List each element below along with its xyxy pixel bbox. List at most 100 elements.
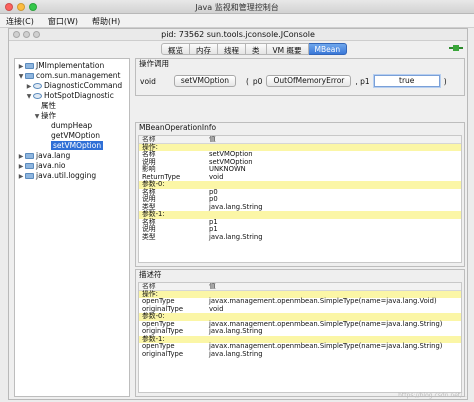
tree-node-setvmoption[interactable]: setVMOption — [51, 141, 104, 151]
cell-value: UNKNOWN — [209, 165, 246, 173]
menu-window[interactable]: 窗口(W) — [42, 14, 86, 27]
paren-open: ( — [245, 76, 249, 86]
tree-node-java-lang[interactable]: ▶ java.lang — [17, 151, 71, 161]
cell-value: java.lang.String — [209, 349, 263, 358]
p1-input[interactable]: true — [373, 75, 440, 87]
folder-icon — [25, 173, 34, 179]
table-row[interactable]: 说明 p1 — [139, 225, 461, 234]
folder-icon — [25, 163, 34, 169]
expanded-arrow-icon[interactable]: ▼ — [25, 92, 33, 102]
column-header-name: 名称 — [142, 135, 156, 143]
operation-invocation-row: void setVMOption ( p0 OutOfMemoryError ,… — [140, 75, 447, 87]
table-row[interactable]: 操作: — [139, 143, 461, 151]
cell-value: p1 — [209, 217, 218, 226]
operation-invocation-section: 操作调用 void setVMOption ( p0 OutOfMemoryEr… — [135, 58, 465, 96]
table-row[interactable]: originalType java.lang.String — [139, 327, 461, 336]
folder-icon — [25, 153, 34, 159]
table-row[interactable]: openType javax.management.openmbean.Simpl… — [139, 342, 461, 351]
column-header-value: 值 — [209, 282, 216, 290]
cell-value: java.lang.String — [209, 232, 263, 241]
column-header-value: 值 — [209, 135, 216, 143]
cell-value — [209, 211, 461, 219]
section-title: 操作调用 — [139, 59, 169, 68]
menu-connection[interactable]: 连接(C) — [0, 14, 42, 27]
p0-input[interactable]: OutOfMemoryError — [266, 75, 352, 87]
cell-name: 类型 — [142, 232, 156, 241]
return-type-label: void — [140, 76, 156, 86]
descriptor-section: 描述符 名称 值 操作: openType javax.management.ope… — [135, 269, 465, 397]
cell-value: setVMOption — [209, 157, 253, 166]
descriptor-table[interactable]: 名称 值 操作: openType javax.management.openmbe… — [138, 282, 462, 393]
tree-node-java-util-logging[interactable]: ▶ java.util.logging — [17, 171, 96, 181]
folder-icon — [25, 73, 34, 79]
collapsed-arrow-icon[interactable]: ▶ — [17, 172, 25, 182]
window-titlebar: Java 监视和管理控制台 — [0, 0, 474, 14]
table-row[interactable]: ReturnType void — [139, 172, 461, 182]
operation-info-section: MBeanOperationInfo 名称 值 操作: 名称 setVMOption… — [135, 122, 465, 267]
tree-node-attributes[interactable]: 属性 — [41, 101, 56, 111]
tab-overview[interactable]: 概览 — [161, 43, 190, 55]
mbean-tree[interactable]: ▶ JMImplementation ▼ com.sun.management ▶ D… — [14, 58, 130, 397]
cell-name: originalType — [142, 349, 184, 358]
cell-value — [209, 181, 461, 189]
process-title: pid: 73562 sun.tools.jconsole.JConsole — [161, 30, 315, 39]
tree-node-operations[interactable]: ▼ 操作 — [33, 111, 56, 121]
cell-value: java.lang.String — [209, 327, 263, 335]
tree-node-getvmoption[interactable]: getVMOption — [51, 131, 100, 141]
paren-close: ) — [443, 76, 447, 86]
table-row[interactable]: originalType void — [139, 304, 461, 314]
internal-frame-header: pid: 73562 sun.tools.jconsole.JConsole — [9, 29, 467, 41]
mbean-detail-panel: 操作调用 void setVMOption ( p0 OutOfMemoryEr… — [135, 58, 465, 397]
table-row[interactable]: openType javax.management.openmbean.Simpl… — [139, 320, 461, 329]
cell-value: javax.management.openmbean.SimpleType(na… — [209, 297, 437, 305]
tab-vm-summary[interactable]: VM 概要 — [266, 43, 309, 55]
tab-bar: 概览 内存 线程 类 VM 概要 MBean — [161, 43, 348, 55]
table-row[interactable]: 名称 setVMOption — [139, 150, 461, 159]
bean-icon — [33, 93, 42, 99]
menu-bar: 连接(C) 窗口(W) 帮助(H) — [0, 14, 474, 28]
internal-frame: pid: 73562 sun.tools.jconsole.JConsole 概… — [8, 28, 468, 400]
cell-value: p0 — [209, 187, 218, 196]
table-row[interactable]: 名称 p0 — [139, 187, 461, 197]
tree-node-dumpheap[interactable]: dumpHeap — [51, 121, 92, 131]
connection-status-icon[interactable] — [449, 43, 463, 53]
window-title: Java 监视和管理控制台 — [195, 3, 279, 12]
cell-value: void — [209, 304, 224, 313]
expanded-arrow-icon[interactable]: ▼ — [33, 112, 41, 122]
tree-node-hotspotdiagnostic[interactable]: ▼ HotSpotDiagnostic — [25, 91, 114, 101]
tab-classes[interactable]: 类 — [246, 43, 267, 55]
cell-value: java.lang.String — [209, 202, 263, 211]
folder-icon — [25, 63, 34, 69]
bean-icon — [33, 83, 42, 89]
expanded-arrow-icon[interactable]: ▼ — [17, 72, 25, 82]
section-title: MBeanOperationInfo — [139, 123, 217, 132]
menu-help[interactable]: 帮助(H) — [86, 14, 128, 27]
table-row[interactable]: 类型 java.lang.String — [139, 232, 461, 242]
table-row[interactable]: 类型 java.lang.String — [139, 202, 461, 212]
invoke-setvmoption-button[interactable]: setVMOption — [173, 75, 236, 87]
table-header: 名称 值 — [139, 136, 461, 144]
table-row[interactable]: 影响 UNKNOWN — [139, 165, 461, 174]
table-row[interactable]: 参数-1: — [139, 210, 461, 219]
tab-mbean[interactable]: MBean — [308, 43, 348, 55]
tab-memory[interactable]: 内存 — [190, 43, 218, 55]
tree-node-diagnosticcommand[interactable]: ▶ DiagnosticCommand — [25, 81, 122, 91]
table-row[interactable]: 参数-0: — [139, 180, 461, 189]
column-header-name: 名称 — [142, 282, 156, 290]
table-row[interactable]: openType javax.management.openmbean.Simpl… — [139, 297, 461, 306]
tree-node-java-nio[interactable]: ▶ java.nio — [17, 161, 66, 171]
tree-node-jmimplementation[interactable]: ▶ JMImplementation — [17, 61, 105, 71]
p0-label: p0 — [252, 76, 263, 86]
table-row[interactable]: 说明 p0 — [139, 195, 461, 204]
tab-threads[interactable]: 线程 — [218, 43, 246, 55]
p1-label: , p1 — [355, 76, 370, 86]
section-title: 描述符 — [139, 270, 162, 279]
table-row[interactable]: originalType java.lang.String — [139, 349, 461, 359]
table-header: 名称 值 — [139, 283, 461, 291]
table-row[interactable]: 说明 setVMOption — [139, 157, 461, 167]
cell-value: void — [209, 172, 224, 181]
watermark-text: https://blog.csdn.net/... — [398, 392, 468, 399]
table-row[interactable]: 名称 p1 — [139, 217, 461, 227]
operation-info-table[interactable]: 名称 值 操作: 名称 setVMOption 说明 setVMOption 影响 UNKN… — [138, 135, 462, 263]
tree-node-com-sun-management[interactable]: ▼ com.sun.management — [17, 71, 121, 82]
